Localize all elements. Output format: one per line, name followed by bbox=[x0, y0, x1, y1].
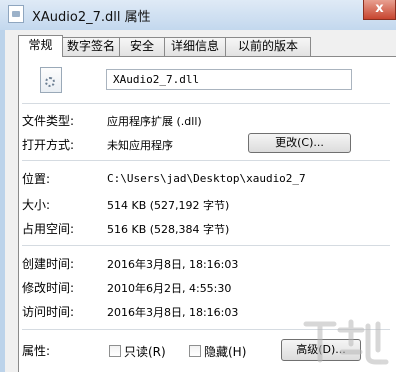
close-button[interactable]: x bbox=[363, 0, 396, 20]
size-label: 大小: bbox=[22, 198, 51, 212]
change-button[interactable]: 更改(C)... bbox=[248, 133, 351, 153]
tab-digital-signatures[interactable]: 数字签名 bbox=[62, 37, 120, 56]
window-title: XAudio2_7.dll 属性 bbox=[32, 10, 151, 25]
opens-with-value: 未知应用程序 bbox=[107, 139, 173, 152]
advanced-button[interactable]: 高级(D)... bbox=[281, 339, 361, 361]
tab-general[interactable]: 常规 bbox=[18, 35, 63, 57]
separator bbox=[22, 329, 390, 330]
created-value: 2016年3月8日, 18:16:03 bbox=[107, 258, 239, 271]
size-on-disk-label: 占用空间: bbox=[22, 222, 75, 236]
tab-details[interactable]: 详细信息 bbox=[164, 37, 226, 56]
opens-with-label: 打开方式: bbox=[22, 138, 75, 152]
separator bbox=[22, 103, 390, 104]
dialog-client: 常规 数字签名 安全 详细信息 以前的版本 XAudio2_7.dll 文件类型… bbox=[5, 30, 396, 372]
file-type-label: 文件类型: bbox=[22, 114, 75, 128]
separator bbox=[22, 245, 390, 246]
dll-file-icon bbox=[8, 5, 24, 23]
file-name-field[interactable]: XAudio2_7.dll bbox=[106, 69, 352, 90]
hidden-checkbox[interactable] bbox=[189, 345, 201, 357]
tab-previous-versions[interactable]: 以前的版本 bbox=[225, 37, 311, 56]
hidden-label[interactable]: 隐藏(H) bbox=[204, 343, 246, 360]
readonly-checkbox[interactable] bbox=[109, 345, 121, 357]
modified-value: 2010年6月2日, 4:55:30 bbox=[107, 282, 232, 295]
location-label: 位置: bbox=[22, 172, 51, 186]
dll-file-large-icon bbox=[40, 67, 62, 93]
size-on-disk-value: 516 KB (528,384 字节) bbox=[107, 223, 230, 236]
general-panel: XAudio2_7.dll 文件类型: 应用程序扩展 (.dll) 打开方式: … bbox=[18, 56, 396, 372]
attributes-label: 属性: bbox=[22, 344, 51, 358]
separator bbox=[22, 160, 390, 161]
accessed-label: 访问时间: bbox=[22, 305, 75, 319]
accessed-value: 2016年3月8日, 18:16:03 bbox=[107, 306, 239, 319]
tab-security[interactable]: 安全 bbox=[119, 37, 165, 56]
modified-label: 修改时间: bbox=[22, 281, 75, 295]
location-value: C:\Users\jad\Desktop\xaudio2_7 bbox=[107, 172, 306, 185]
title-bar[interactable]: XAudio2_7.dll 属性 x bbox=[0, 0, 396, 30]
readonly-label[interactable]: 只读(R) bbox=[124, 343, 166, 360]
size-value: 514 KB (527,192 字节) bbox=[107, 199, 230, 212]
created-label: 创建时间: bbox=[22, 257, 75, 271]
file-type-value: 应用程序扩展 (.dll) bbox=[107, 115, 202, 128]
